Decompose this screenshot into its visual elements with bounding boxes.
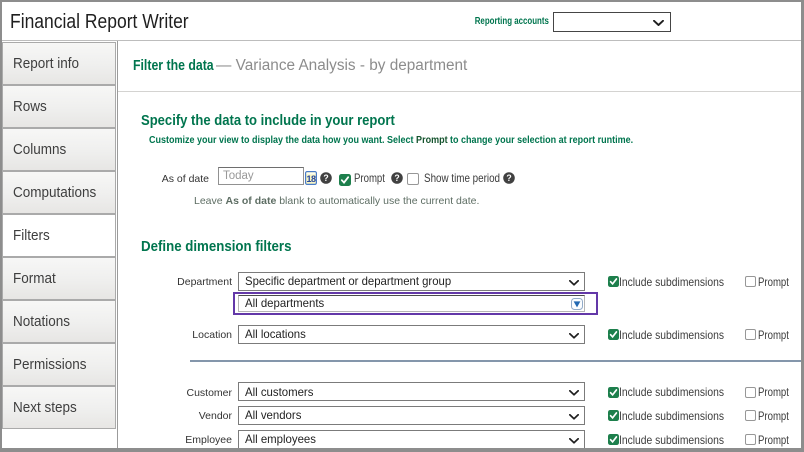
svg-text:?: ? — [323, 172, 328, 182]
svg-text:?: ? — [506, 172, 511, 182]
svg-text:?: ? — [394, 172, 399, 182]
svg-text:18: 18 — [306, 174, 316, 184]
